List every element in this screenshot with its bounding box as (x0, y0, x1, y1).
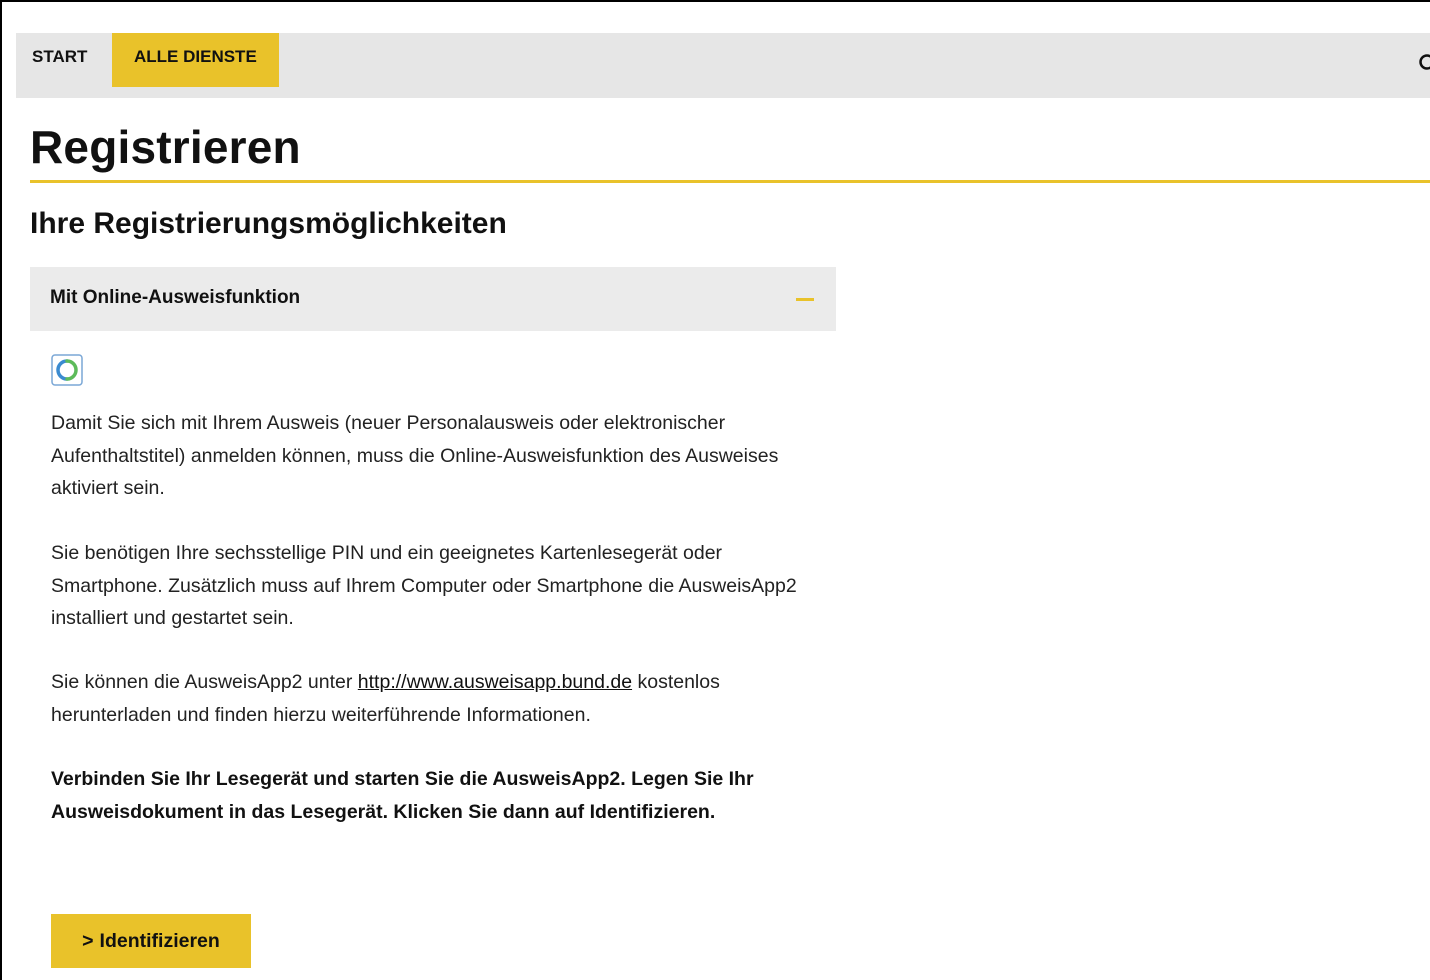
section-title: Ihre Registrierungsmöglichkeiten (30, 207, 507, 240)
chevron-right-icon: > (82, 930, 94, 952)
search-icon[interactable] (1418, 53, 1430, 73)
minus-icon[interactable] (796, 298, 814, 301)
nav-item-alle-dienste[interactable]: ALLE DIENSTE (112, 33, 279, 87)
accordion-header-online-ausweis[interactable]: Mit Online-Ausweisfunktion (30, 267, 836, 331)
page-title: Registrieren (30, 121, 301, 173)
download-text-before: Sie können die AusweisApp2 unter (51, 671, 358, 693)
paragraph-requirements: Sie benötigen Ihre sechsstellige PIN und… (51, 542, 797, 629)
instruction-text: Verbinden Sie Ihr Lesegerät und starten … (51, 768, 754, 823)
identifizieren-label: Identifizieren (99, 930, 220, 952)
page-frame: START ALLE DIENSTE Registrieren Ihre Reg… (0, 0, 1430, 980)
ausweisapp-link[interactable]: http://www.ausweisapp.bund.de (358, 671, 632, 693)
title-divider (30, 180, 1430, 183)
accordion-title: Mit Online-Ausweisfunktion (50, 287, 301, 308)
paragraph-activation: Damit Sie sich mit Ihrem Ausweis (neuer … (51, 412, 779, 499)
identifizieren-button[interactable]: > Identifizieren (51, 914, 251, 968)
paragraph-download: Sie können die AusweisApp2 unter http://… (51, 666, 831, 731)
ausweisapp-logo-icon (51, 354, 83, 386)
nav-item-start[interactable]: START (32, 33, 87, 87)
top-navigation: START ALLE DIENSTE (16, 33, 1430, 98)
